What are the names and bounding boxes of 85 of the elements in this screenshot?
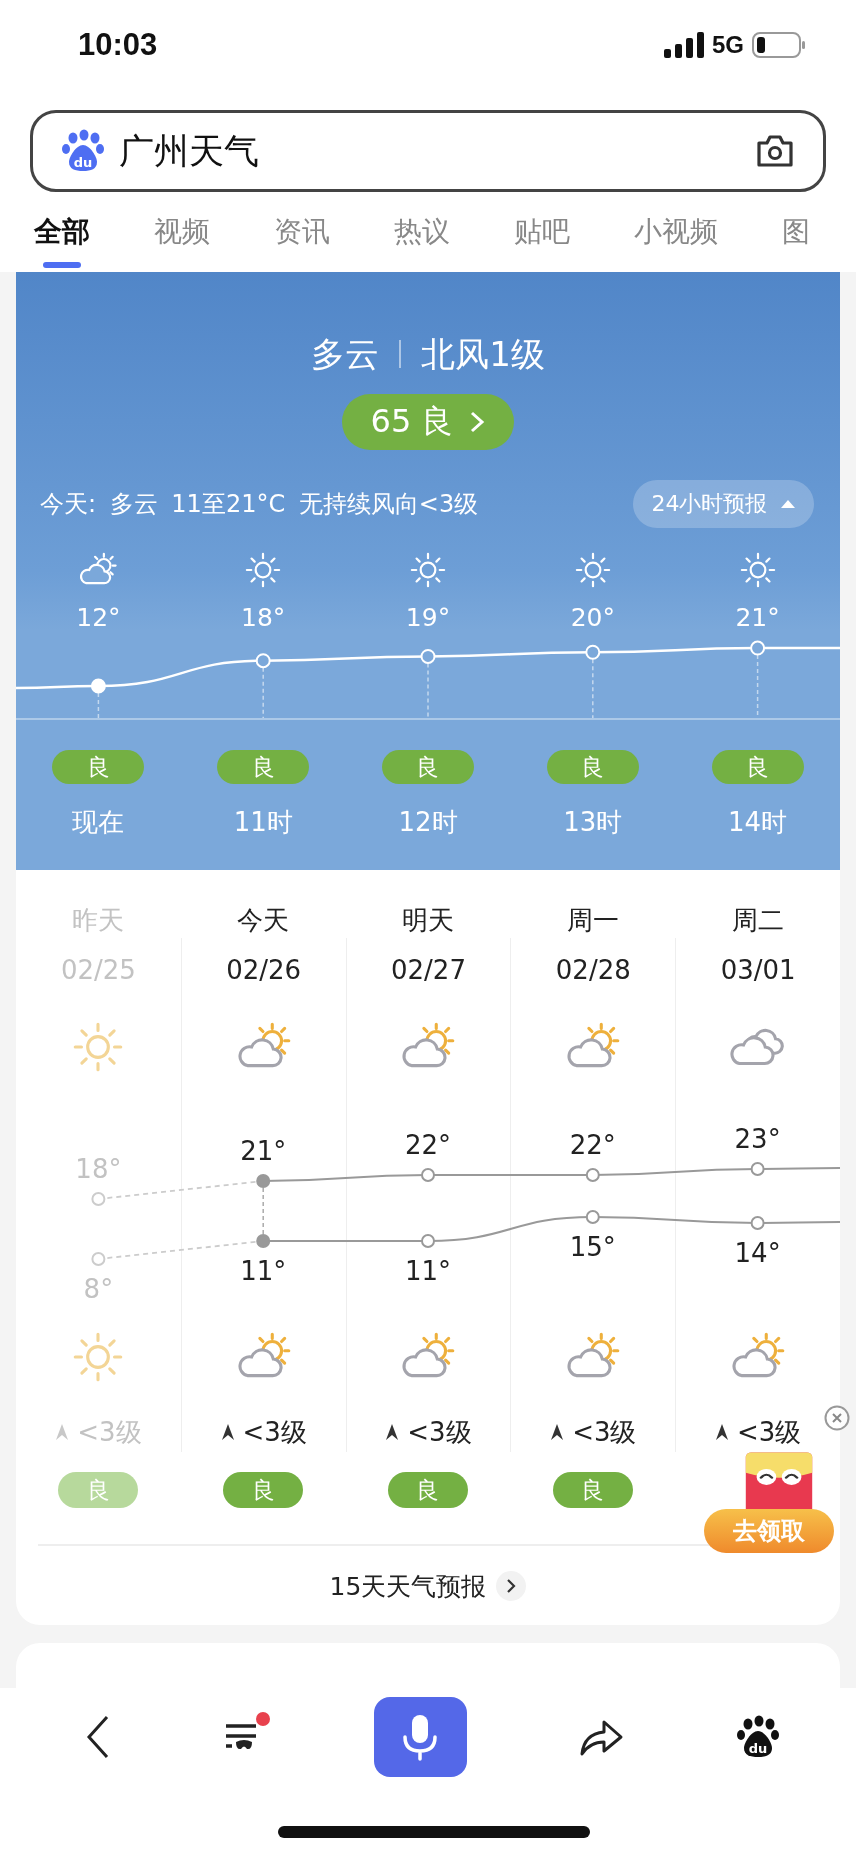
aqi-badge: 良 <box>711 750 804 784</box>
day-label: 今天 <box>237 904 290 937</box>
claim-button[interactable]: 去领取 <box>704 1509 834 1553</box>
dashed-guide <box>97 692 100 719</box>
tab[interactable]: 贴吧 <box>514 206 570 268</box>
dashed-guide <box>592 658 594 719</box>
aqi-button[interactable]: 65 良 <box>342 394 514 450</box>
high-temperature: 22° <box>404 1130 452 1160</box>
wind-level: <3级 <box>736 1416 802 1449</box>
temperature-point <box>421 1234 435 1248</box>
aqi-badge: 良 <box>388 1472 468 1508</box>
more-forecast-link[interactable]: 15天天气预报 <box>329 1569 487 1603</box>
wind-level: <3级 <box>242 1416 307 1449</box>
search-field[interactable]: du 广州天气 <box>30 110 826 192</box>
hour-label: 14时 <box>728 806 788 839</box>
day-label: 明天 <box>402 904 454 937</box>
signal-icon <box>664 32 704 58</box>
voice-search-button[interactable] <box>373 1697 467 1777</box>
today-summary: 今天: 多云 11至21°C 无持续风向<3级 <box>40 489 479 520</box>
low-temperature: 11° <box>240 1256 287 1286</box>
hour-temperature: 12° <box>76 602 121 634</box>
date-label: 02/26 <box>226 954 302 987</box>
wind-arrow-icon <box>385 1423 400 1441</box>
temperature-point <box>91 1252 106 1266</box>
forecast-toggle-button[interactable]: 24小时预报 <box>633 480 814 528</box>
tab[interactable]: 资讯 <box>274 206 330 268</box>
high-temperature: 18° <box>75 1154 122 1184</box>
tab[interactable]: 全部 <box>34 206 90 268</box>
wind-level: <3级 <box>572 1416 637 1449</box>
low-temperature: 11° <box>404 1256 452 1286</box>
aqi-badge: 良 <box>223 1472 304 1508</box>
condition-text: 多云 <box>311 333 380 376</box>
tab[interactable]: 小视频 <box>634 206 718 268</box>
high-temperature: 21° <box>240 1136 287 1166</box>
wind-arrow-icon <box>714 1423 729 1441</box>
date-label: 02/25 <box>60 954 136 987</box>
hour-label: 12时 <box>398 806 458 839</box>
date-label: 02/28 <box>555 954 631 987</box>
tab[interactable]: 图 <box>782 206 810 268</box>
hour-temperature: 18° <box>241 602 286 634</box>
wind-arrow-icon <box>220 1423 235 1441</box>
camera-icon[interactable] <box>755 133 795 169</box>
microphone-icon <box>400 1713 440 1761</box>
back-icon[interactable] <box>86 1715 110 1759</box>
hour-label: 11时 <box>233 806 293 839</box>
temperature-point <box>585 1210 600 1224</box>
wind-arrow-icon <box>550 1423 565 1441</box>
wind-text: 北风1级 <box>421 333 545 376</box>
hour-label: 13时 <box>563 806 623 839</box>
aqi-badge: 良 <box>52 750 145 784</box>
tab[interactable]: 视频 <box>154 206 210 268</box>
wind-arrow-icon <box>55 1423 70 1441</box>
hour-temperature: 19° <box>405 602 451 634</box>
aqi-badge: 良 <box>58 1472 139 1508</box>
hour-temperature: 21° <box>735 602 780 634</box>
dashed-guide <box>262 666 264 719</box>
battery-icon <box>752 32 806 58</box>
chevron-icon[interactable] <box>496 1571 527 1601</box>
wind-level: <3级 <box>407 1416 472 1449</box>
day-label: 周一 <box>566 904 619 937</box>
hour-temperature: 20° <box>570 602 615 634</box>
low-temperature: 14° <box>734 1238 781 1268</box>
temperature-point <box>750 1216 765 1230</box>
temperature-point <box>256 1234 271 1248</box>
date-label: 02/27 <box>391 954 466 987</box>
close-icon[interactable] <box>824 1405 850 1431</box>
aqi-badge: 良 <box>217 750 310 784</box>
dashed-guide <box>427 662 429 719</box>
tab[interactable]: 热议 <box>394 206 450 268</box>
day-label: 昨天 <box>72 904 125 937</box>
wind-level: <3级 <box>77 1416 142 1449</box>
high-temperature: 22° <box>569 1130 616 1160</box>
aqi-badge: 良 <box>382 750 474 784</box>
high-temperature: 23° <box>734 1124 781 1154</box>
status-time: 10:03 <box>78 27 158 63</box>
chevron-icon <box>469 410 486 434</box>
day-label: 周二 <box>731 904 784 937</box>
date-label: 03/01 <box>720 954 796 987</box>
aqi-badge: 良 <box>546 750 639 784</box>
aqi-badge: 良 <box>552 1472 633 1508</box>
network-label: 5G <box>712 31 744 59</box>
low-temperature: 8° <box>83 1274 114 1304</box>
low-temperature: 15° <box>569 1232 616 1262</box>
hour-label: 现在 <box>72 806 125 839</box>
dashed-connector <box>262 1187 264 1235</box>
